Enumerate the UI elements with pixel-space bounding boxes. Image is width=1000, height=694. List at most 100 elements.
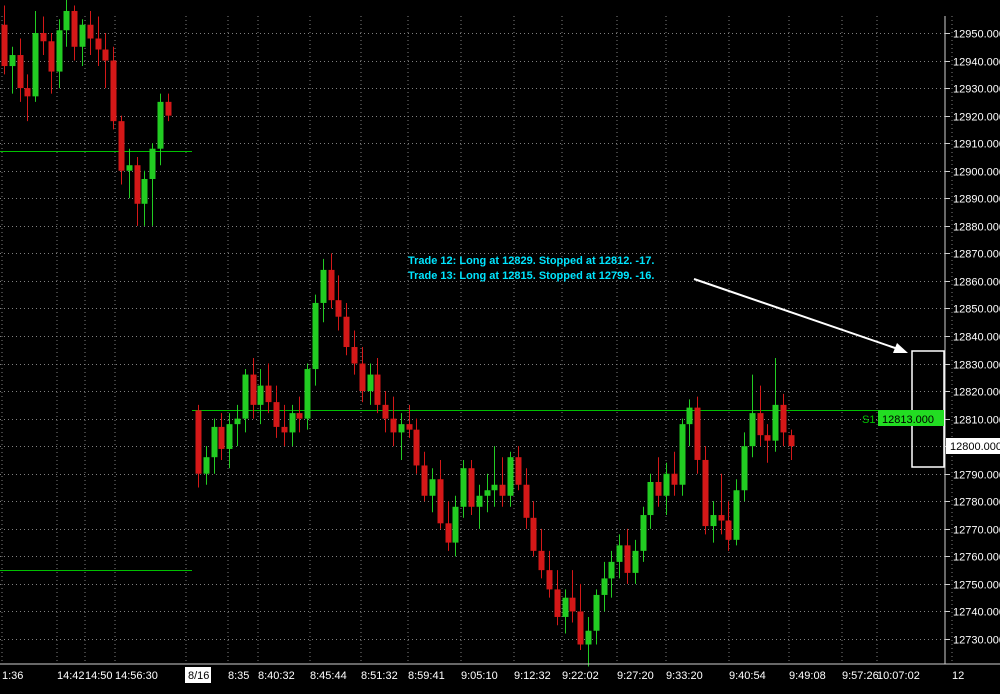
x-tick-label: 8:45:44 (310, 670, 347, 682)
candle-body (694, 407, 701, 460)
candle-body (273, 402, 280, 427)
candle-body (632, 550, 639, 573)
y-tick-label: 12920.000 (953, 112, 1000, 124)
y-tick-label: 12850.000 (953, 304, 1000, 316)
candle-body (593, 594, 600, 631)
price-axis: 12730.000 12740.000 12750.000 12760.000 1277… (945, 29, 1000, 647)
candle-body (772, 404, 779, 441)
x-tick-label: 9:57:26 (842, 670, 879, 682)
y-tick-label: 12890.000 (953, 194, 1000, 206)
candle-body (577, 611, 584, 645)
candle-body (608, 561, 615, 579)
y-tick-label: 12880.000 (953, 222, 1000, 234)
x-tick-label: 8:40:32 (258, 670, 295, 682)
candle-body (764, 435, 771, 441)
candle-body (63, 10, 70, 31)
candle-body (203, 457, 210, 474)
candle-body (413, 429, 420, 466)
x-tick-label: 9:22:02 (562, 670, 599, 682)
candle-body (320, 269, 327, 303)
candle-body (663, 473, 670, 496)
time-axis: 1:36 14:42 14:50 14:56:30 8/16 8:35 8:40:32 8:4… (2, 667, 964, 683)
y-tick-label: 12730.000 (953, 635, 1000, 647)
candle-body (257, 385, 264, 405)
candle-body (686, 407, 693, 425)
y-tick-label: 12950.000 (953, 29, 1000, 41)
x-tick-label: 9:05:10 (461, 670, 498, 682)
candle-body (9, 55, 16, 67)
annotation-line-2: Trade 13: Long at 12815. Stopped at 1279… (408, 270, 654, 282)
candle-body (211, 426, 218, 458)
y-tick-label: 12930.000 (953, 84, 1000, 96)
x-tick-label: 8:59:41 (408, 670, 445, 682)
candle-body (757, 413, 764, 436)
candle-body (281, 426, 288, 433)
candle-body (234, 418, 241, 425)
candle-body (118, 121, 125, 171)
x-tick-label: 8/16 (188, 670, 209, 682)
candle-body (523, 484, 530, 518)
candle-body (616, 545, 623, 562)
candle-body (429, 479, 436, 496)
y-tick-label: 12810.000 (953, 415, 1000, 427)
x-tick-label: 10:07:02 (877, 670, 920, 682)
candle-body (312, 302, 319, 370)
candle-body (157, 101, 164, 149)
candle-body (507, 457, 514, 496)
y-tick-label: 12750.000 (953, 580, 1000, 592)
x-tick-label: 12 (952, 670, 964, 682)
candle-body (134, 165, 141, 204)
candle-body (733, 490, 740, 540)
candle-body (17, 55, 24, 89)
candle-body (452, 506, 459, 543)
candle-body (569, 597, 576, 612)
candle-body (141, 178, 148, 204)
candle-body (226, 424, 233, 449)
candle-body (445, 523, 452, 543)
candle-body (460, 468, 467, 507)
y-tick-label: 12870.000 (953, 249, 1000, 261)
candle-body (71, 10, 78, 47)
s1-label-value: 12813.000 (882, 414, 934, 426)
x-tick-label: 9:33:20 (666, 670, 703, 682)
candle-body (725, 520, 732, 540)
candle-body (546, 570, 553, 590)
candlestick-chart[interactable]: 12730.000 12740.000 12750.000 12760.000 1277… (0, 0, 1000, 694)
candle-body (1, 24, 8, 67)
candle-body (780, 404, 787, 433)
candle-body (165, 101, 172, 116)
last-price-marker: 12800.000 (946, 438, 1000, 454)
candle-body (671, 473, 678, 485)
candle-body (56, 30, 63, 72)
candle-body (343, 316, 350, 348)
candle-body (484, 490, 491, 496)
candle-body (679, 424, 686, 485)
candle-body (289, 413, 296, 433)
candle-body (710, 515, 717, 527)
y-tick-label: 12900.000 (953, 167, 1000, 179)
y-tick-label: 12860.000 (953, 277, 1000, 289)
x-tick-label: 9:40:54 (729, 670, 766, 682)
candle-body (647, 481, 654, 516)
candle-body (250, 374, 257, 405)
candle-body (741, 446, 748, 491)
candle-body (491, 484, 498, 491)
annotation-line-1: Trade 12: Long at 12829. Stopped at 1281… (408, 255, 654, 267)
candle-body (367, 374, 374, 392)
candle-body (702, 459, 709, 527)
candle-body (351, 347, 358, 364)
x-tick-label: 9:27:20 (617, 670, 654, 682)
candle-body (48, 41, 55, 72)
candle-body (562, 597, 569, 617)
candle-body (437, 479, 444, 524)
candle-body (40, 33, 47, 42)
y-tick-label: 12770.000 (953, 525, 1000, 537)
y-tick-label: 12910.000 (953, 139, 1000, 151)
candle-body (515, 457, 522, 485)
candle-body (102, 49, 109, 61)
x-tick-label: 8:35 (228, 670, 249, 682)
candle-body (421, 465, 428, 496)
candle-body (655, 481, 662, 496)
x-tick-label: 1:36 (2, 670, 23, 682)
x-tick-label: 14:50 (85, 670, 113, 682)
